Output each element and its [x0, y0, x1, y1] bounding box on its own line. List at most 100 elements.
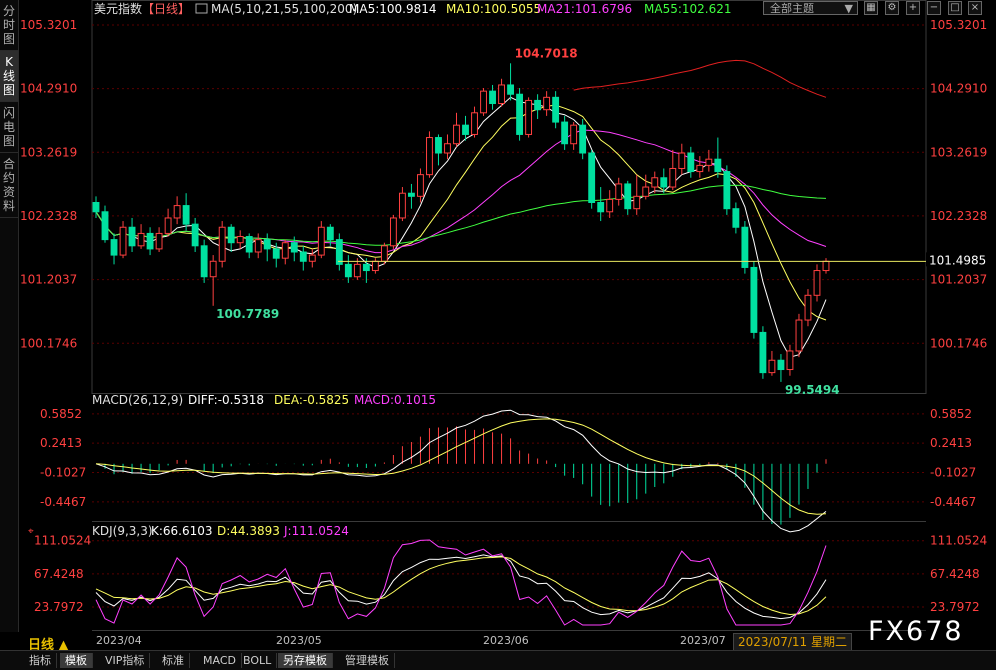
- candle-body: [714, 158, 722, 173]
- candle-body: [272, 248, 280, 259]
- high-marker: 104.7018: [515, 46, 578, 60]
- kdj-tick-label: 23.7972: [930, 600, 980, 614]
- tab-template[interactable]: 模板: [60, 653, 93, 668]
- candle-body: [281, 242, 289, 259]
- price-tick-label: 104.2910: [20, 82, 77, 96]
- theme-dropdown[interactable]: 全部主题 ▼: [763, 1, 858, 15]
- kdj-j: J:111.0524: [283, 524, 349, 538]
- candle-body: [507, 84, 514, 95]
- settings-icon[interactable]: ⚙: [885, 1, 899, 15]
- candle-body: [561, 121, 569, 145]
- tab-indicator[interactable]: 指标: [24, 653, 57, 668]
- chart-type-icon[interactable]: [195, 3, 208, 14]
- candle-body: [263, 239, 271, 250]
- chart-area[interactable]: 美元指数 【日线】 MA(5,10,21,55,100,200) MA5:100…: [18, 0, 996, 650]
- macd-diff: DIFF:-0.5318: [188, 393, 264, 407]
- period-label: 【日线】: [142, 2, 190, 16]
- candle-body: [408, 192, 415, 197]
- candle-body: [164, 217, 172, 234]
- low-marker: 100.7789: [216, 307, 279, 321]
- candle-body: [353, 263, 361, 278]
- zoom-out-icon[interactable]: −: [927, 1, 941, 15]
- candle-body: [633, 195, 641, 210]
- reset-icon[interactable]: □: [948, 1, 962, 15]
- zoom-in-icon[interactable]: +: [906, 1, 920, 15]
- tab-contract-info[interactable]: 合约资料: [0, 153, 18, 218]
- candle-body: [435, 137, 442, 154]
- kdj-title: KDJ(9,3,3): [92, 524, 153, 538]
- tab-kline[interactable]: K线图: [0, 51, 18, 102]
- tab-timeshare[interactable]: 分时图: [0, 0, 18, 51]
- price-tick-label: 102.2328: [930, 209, 987, 223]
- candle-body: [299, 251, 307, 262]
- candle-body: [723, 171, 731, 210]
- tab-standard[interactable]: 标准: [157, 653, 190, 668]
- price-tick-label: 100.1746: [930, 336, 987, 350]
- tab-macd[interactable]: MACD: [198, 653, 242, 668]
- macd-value: MACD:0.1015: [354, 393, 436, 407]
- candle-body: [489, 90, 496, 105]
- left-tab-strip: 分时图 K线图 闪电图 合约资料: [0, 0, 19, 632]
- tab-flash-chart[interactable]: 闪电图: [0, 102, 18, 153]
- candle-body: [552, 96, 560, 123]
- candle-body: [335, 239, 343, 265]
- macd-tick-label: 0.5852: [930, 407, 972, 421]
- price-axis-right: 105.3201 104.2910 103.2619 102.2328 101.2037…: [930, 18, 987, 350]
- price-tick-label: 101.2037: [20, 273, 77, 287]
- candle-body: [660, 177, 668, 188]
- ma21-line: [95, 129, 827, 254]
- candle-body: [92, 202, 100, 213]
- candle-body: [128, 226, 136, 247]
- chevron-down-icon: ▼: [844, 2, 853, 15]
- kdj-k: K:66.6103: [151, 524, 213, 538]
- tab-manage-template[interactable]: 管理模板: [340, 653, 395, 668]
- candlesticks: [92, 63, 830, 382]
- candle-body: [380, 245, 388, 262]
- candle-body: [137, 232, 145, 247]
- candle-body: [317, 226, 325, 256]
- candle-body: [290, 242, 298, 253]
- candle-body: [362, 263, 370, 272]
- date-axis: 2023/04 2023/05 2023/06 2023/07: [96, 634, 726, 647]
- candle-body: [768, 359, 776, 374]
- candle-body: [471, 112, 478, 135]
- macd-tick-label: -0.4467: [930, 495, 976, 509]
- kdj-lines: [95, 539, 827, 626]
- close-icon[interactable]: ×: [968, 1, 982, 15]
- date-label: 2023/04: [96, 634, 142, 647]
- macd-tick-label: 0.2413: [930, 436, 972, 450]
- grid-icon[interactable]: ▦: [864, 1, 878, 15]
- candle-body: [209, 260, 217, 278]
- tab-boll[interactable]: BOLL: [238, 653, 278, 668]
- candle-body: [398, 192, 406, 219]
- candle-body: [200, 245, 208, 278]
- candle-body: [326, 226, 334, 241]
- tab-vip-indicator[interactable]: VIP指标: [100, 653, 151, 668]
- ma21-value: MA21:101.6796: [537, 2, 632, 16]
- macd-tick-label: 0.2413: [40, 436, 82, 450]
- candle-body: [732, 208, 740, 228]
- kdj-axis: 111.0524 111.0524 67.4248 67.4248 23.7972 23.…: [34, 534, 987, 614]
- bottom-toolbar: 指标 模板 VIP指标 标准 MACD BOLL 另存模板 管理模板: [0, 650, 996, 670]
- candle-body: [696, 164, 704, 173]
- low2-marker: 99.5494: [785, 383, 840, 397]
- tab-save-template[interactable]: 另存模板: [278, 653, 333, 668]
- ma10-value: MA10:100.5055: [446, 2, 541, 16]
- kdj-d-line: [95, 556, 827, 616]
- candle-body: [759, 331, 767, 374]
- candle-body: [588, 152, 596, 203]
- candle-body: [525, 99, 533, 135]
- kdj-j-line: [95, 539, 827, 626]
- candle-body: [579, 124, 587, 154]
- candle-body: [543, 96, 551, 111]
- candle-body: [597, 202, 605, 213]
- macd-tick-label: -0.1027: [40, 466, 86, 480]
- ma-params: MA(5,10,21,55,100,200): [211, 2, 357, 16]
- kdj-tick-label: 111.0524: [930, 534, 987, 548]
- candle-body: [705, 158, 713, 166]
- candle-body: [254, 239, 262, 253]
- price-tick-label: 104.2910: [930, 82, 987, 96]
- candle-body: [146, 232, 154, 250]
- candle-body: [795, 319, 803, 352]
- candle-body: [110, 239, 118, 256]
